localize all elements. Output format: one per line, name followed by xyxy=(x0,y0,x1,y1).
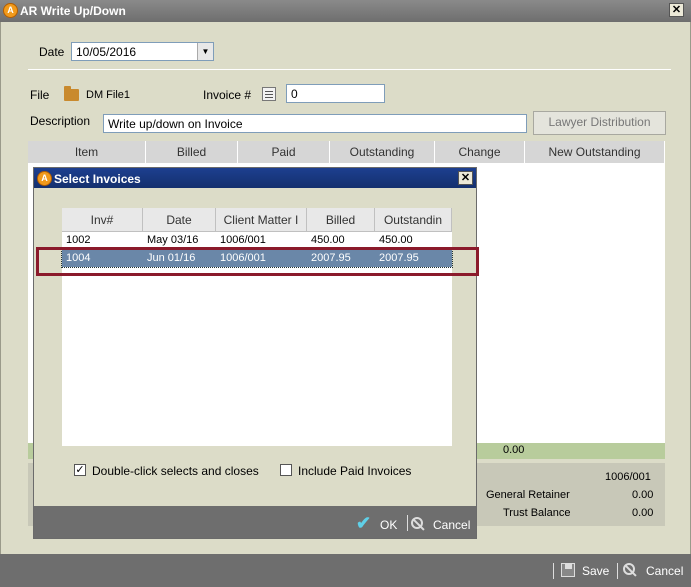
include-paid-checkbox[interactable] xyxy=(280,464,292,476)
column-header-change[interactable]: Change xyxy=(435,141,525,163)
app-logo-icon: A xyxy=(3,3,18,18)
dialog-logo-icon: A xyxy=(37,171,52,186)
file-name[interactable]: DM File1 xyxy=(86,89,130,101)
ok-label: OK xyxy=(380,518,398,532)
highlight-box xyxy=(36,247,479,276)
dialog-cancel-label: Cancel xyxy=(433,518,471,532)
divider xyxy=(407,515,408,531)
description-input[interactable]: Write up/down on Invoice xyxy=(103,114,527,133)
chevron-down-icon[interactable]: ▼ xyxy=(197,43,213,60)
window-title: AR Write Up/Down xyxy=(20,4,126,18)
date-combo[interactable]: 10/05/2016 ▼ xyxy=(71,42,214,61)
checkmark-icon: ✔ xyxy=(356,513,372,533)
folder-icon[interactable] xyxy=(64,86,79,101)
save-button[interactable]: Save xyxy=(559,561,619,581)
dialog-close-button[interactable]: ✕ xyxy=(458,171,473,185)
trust-balance-value: 0.00 xyxy=(632,507,654,519)
column-header-outstanding[interactable]: Outstandin xyxy=(375,208,452,232)
column-header-new-outstanding[interactable]: New Outstanding xyxy=(525,141,665,163)
column-header-item[interactable]: Item xyxy=(28,141,146,163)
trust-balance-label: Trust Balance xyxy=(503,507,571,519)
footer-bar: Save Cancel xyxy=(0,554,691,587)
column-header-client-matter[interactable]: Client Matter I xyxy=(216,208,307,232)
double-click-checkbox[interactable]: ✓ xyxy=(74,464,86,476)
cancel-label: Cancel xyxy=(646,564,684,578)
ok-button[interactable]: ✔ OK xyxy=(356,513,408,534)
double-click-label: Double-click selects and closes xyxy=(92,464,259,478)
divider xyxy=(617,563,618,579)
column-header-paid[interactable]: Paid xyxy=(238,141,330,163)
cancel-icon xyxy=(411,517,425,531)
file-label: File xyxy=(30,88,50,102)
column-header-date[interactable]: Date xyxy=(143,208,216,232)
column-header-outstanding[interactable]: Outstanding xyxy=(330,141,435,163)
general-retainer-value: 0.00 xyxy=(632,489,654,501)
dialog-titlebar: A Select Invoices ✕ xyxy=(34,168,476,188)
dialog-footer: ✔ OK Cancel xyxy=(34,506,476,538)
window-close-button[interactable]: ✕ xyxy=(669,3,684,17)
column-header-billed[interactable]: Billed xyxy=(307,208,375,232)
client-matter-value: 1006/001 xyxy=(605,471,651,483)
cancel-icon xyxy=(623,563,637,577)
invoice-label: Invoice # xyxy=(203,88,252,102)
invoice-number-input[interactable]: 0 xyxy=(286,84,385,103)
lawyer-distribution-button[interactable]: Lawyer Distribution xyxy=(533,111,666,135)
separator xyxy=(28,69,671,70)
dialog-cancel-button[interactable]: Cancel xyxy=(411,514,473,534)
totals-value: 0.00 xyxy=(503,444,525,456)
save-icon xyxy=(561,563,575,577)
include-paid-label: Include Paid Invoices xyxy=(298,464,412,478)
divider xyxy=(553,563,554,579)
invoices-grid[interactable]: Inv# Date Client Matter I Billed Outstan… xyxy=(61,208,453,446)
column-header-inv[interactable]: Inv# xyxy=(62,208,143,232)
column-header-billed[interactable]: Billed xyxy=(146,141,238,163)
description-label: Description xyxy=(30,114,91,128)
select-invoices-dialog: A Select Invoices ✕ Inv# Date Client Mat… xyxy=(33,167,477,539)
date-value: 10/05/2016 xyxy=(76,45,137,59)
invoice-list-icon[interactable] xyxy=(262,87,276,101)
general-retainer-label: General Retainer xyxy=(486,489,570,501)
cancel-button[interactable]: Cancel xyxy=(622,561,684,581)
window-titlebar: A AR Write Up/Down ✕ xyxy=(0,0,691,22)
save-label: Save xyxy=(582,564,610,578)
date-label: Date xyxy=(39,45,65,59)
dialog-title: Select Invoices xyxy=(54,172,141,186)
